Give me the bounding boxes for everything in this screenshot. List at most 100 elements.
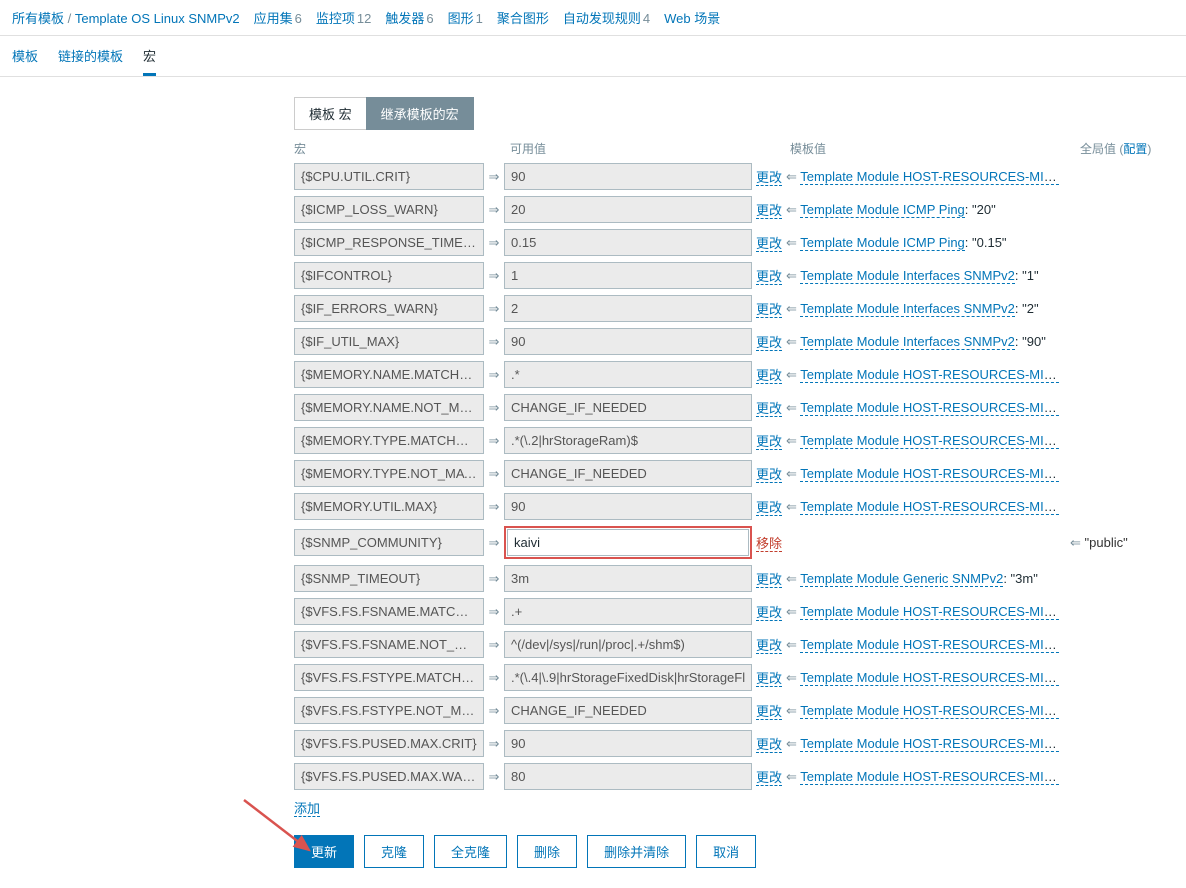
all-templates-link[interactable]: 所有模板 (12, 11, 64, 26)
macro-name-input[interactable] (294, 529, 484, 556)
change-link[interactable]: 更改 (756, 605, 782, 621)
macro-name-input[interactable] (294, 262, 484, 289)
macro-name-input[interactable] (294, 196, 484, 223)
macro-value-input[interactable] (504, 631, 752, 658)
delete-button[interactable]: 删除 (517, 835, 577, 868)
remove-link[interactable]: 移除 (756, 536, 782, 552)
macro-name-input[interactable] (294, 229, 484, 256)
macro-name-input[interactable] (294, 361, 484, 388)
macro-value-input[interactable] (504, 664, 752, 691)
macro-value-input[interactable] (504, 394, 752, 421)
template-link[interactable]: Template Module HOST-RESOURCES-MIB … (800, 736, 1060, 752)
change-link[interactable]: 更改 (756, 269, 782, 285)
arrow-icon: ⇒ (484, 169, 504, 185)
tab-linked-templates[interactable]: 链接的模板 (58, 46, 123, 76)
tab-template[interactable]: 模板 (12, 46, 38, 76)
template-link[interactable]: Template Module HOST-RESOURCES-MIB … (800, 703, 1060, 719)
change-link[interactable]: 更改 (756, 236, 782, 252)
macro-name-input[interactable] (294, 598, 484, 625)
add-macro-link[interactable]: 添加 (294, 801, 320, 817)
tab-macros[interactable]: 宏 (143, 46, 156, 76)
macro-name-input[interactable] (294, 163, 484, 190)
macro-name-input[interactable] (294, 328, 484, 355)
change-link[interactable]: 更改 (756, 335, 782, 351)
macro-value-input[interactable] (504, 763, 752, 790)
change-link[interactable]: 更改 (756, 434, 782, 450)
tab-inherited-macros[interactable]: 继承模板的宏 (366, 97, 474, 130)
macro-value-input[interactable] (504, 427, 752, 454)
change-link[interactable]: 更改 (756, 572, 782, 588)
macro-value-input[interactable] (504, 262, 752, 289)
change-link[interactable]: 更改 (756, 170, 782, 186)
nav-screens[interactable]: 聚合图形 (497, 8, 549, 27)
macro-name-input[interactable] (294, 730, 484, 757)
change-link[interactable]: 更改 (756, 638, 782, 654)
cancel-button[interactable]: 取消 (696, 835, 756, 868)
macro-value-input[interactable] (504, 196, 752, 223)
macro-value-input[interactable] (504, 730, 752, 757)
macro-name-input[interactable] (294, 697, 484, 724)
macro-value-input[interactable] (504, 361, 752, 388)
macro-value-input[interactable] (507, 529, 749, 556)
macro-row: ⇒更改⇐ Template Module HOST-RESOURCES-MIB … (294, 361, 1174, 388)
template-link[interactable]: Template Module HOST-RESOURCES-MIB … (800, 367, 1060, 383)
tab-template-macros[interactable]: 模板 宏 (294, 97, 366, 130)
nav-graphs[interactable]: 图形1 (448, 8, 483, 27)
macro-name-input[interactable] (294, 763, 484, 790)
change-link[interactable]: 更改 (756, 401, 782, 417)
macro-name-input[interactable] (294, 493, 484, 520)
nav-items[interactable]: 监控项12 (316, 8, 371, 27)
macro-name-input[interactable] (294, 565, 484, 592)
change-link[interactable]: 更改 (756, 467, 782, 483)
template-link[interactable]: Template Module HOST-RESOURCES-MIB … (800, 670, 1060, 686)
macro-value-input[interactable] (504, 460, 752, 487)
macro-value-input[interactable] (504, 295, 752, 322)
change-link[interactable]: 更改 (756, 704, 782, 720)
template-link[interactable]: Template Module ICMP Ping (800, 235, 965, 251)
header-macro: 宏 (294, 140, 510, 157)
clone-button[interactable]: 克隆 (364, 835, 424, 868)
macro-name-input[interactable] (294, 664, 484, 691)
macro-value-input[interactable] (504, 163, 752, 190)
update-button[interactable]: 更新 (294, 835, 354, 868)
change-link[interactable]: 更改 (756, 302, 782, 318)
nav-triggers[interactable]: 触发器6 (385, 8, 433, 27)
template-link[interactable]: Template Module HOST-RESOURCES-MIB … (800, 400, 1060, 416)
macro-value-input[interactable] (504, 598, 752, 625)
template-link[interactable]: Template Module HOST-RESOURCES-MIB … (800, 169, 1060, 185)
template-link[interactable]: Template Module Interfaces SNMPv2 (800, 268, 1015, 284)
macro-name-input[interactable] (294, 631, 484, 658)
template-link[interactable]: Template Module Interfaces SNMPv2 (800, 334, 1015, 350)
template-link[interactable]: Template Module HOST-RESOURCES-MIB … (800, 604, 1060, 620)
template-link[interactable]: Template Module HOST-RESOURCES-MIB … (800, 433, 1060, 449)
full-clone-button[interactable]: 全克隆 (434, 835, 507, 868)
template-name-link[interactable]: Template OS Linux SNMPv2 (75, 11, 240, 26)
change-link[interactable]: 更改 (756, 500, 782, 516)
macro-name-input[interactable] (294, 460, 484, 487)
template-link[interactable]: Template Module HOST-RESOURCES-MIB … (800, 769, 1060, 785)
macro-value-input[interactable] (504, 697, 752, 724)
macro-value-input[interactable] (504, 565, 752, 592)
template-link[interactable]: Template Module HOST-RESOURCES-MIB … (800, 499, 1060, 515)
change-link[interactable]: 更改 (756, 770, 782, 786)
change-link[interactable]: 更改 (756, 368, 782, 384)
template-link[interactable]: Template Module Interfaces SNMPv2 (800, 301, 1015, 317)
template-link[interactable]: Template Module HOST-RESOURCES-MIB … (800, 466, 1060, 482)
macro-value-input[interactable] (504, 328, 752, 355)
template-link[interactable]: Template Module Generic SNMPv2 (800, 571, 1003, 587)
nav-applications[interactable]: 应用集6 (254, 8, 302, 27)
global-config-link[interactable]: 配置 (1123, 142, 1147, 156)
macro-name-input[interactable] (294, 295, 484, 322)
macro-value-input[interactable] (504, 229, 752, 256)
change-link[interactable]: 更改 (756, 203, 782, 219)
template-link[interactable]: Template Module ICMP Ping (800, 202, 965, 218)
template-link[interactable]: Template Module HOST-RESOURCES-MIB … (800, 637, 1060, 653)
nav-discovery[interactable]: 自动发现规则4 (563, 8, 650, 27)
macro-name-input[interactable] (294, 427, 484, 454)
delete-clear-button[interactable]: 删除并清除 (587, 835, 686, 868)
macro-name-input[interactable] (294, 394, 484, 421)
macro-value-input[interactable] (504, 493, 752, 520)
nav-web[interactable]: Web 场景 (664, 8, 720, 27)
change-link[interactable]: 更改 (756, 671, 782, 687)
change-link[interactable]: 更改 (756, 737, 782, 753)
